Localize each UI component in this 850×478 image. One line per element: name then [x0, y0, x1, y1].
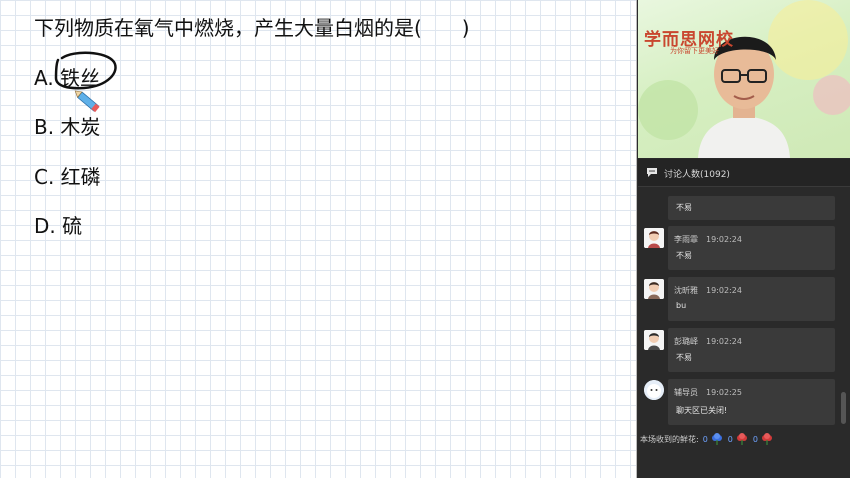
message-time: 19:02:24: [706, 337, 742, 346]
chat-header: 讨论人数(1092): [638, 159, 850, 187]
chat-message-text: 不易: [676, 203, 692, 212]
chat-message: 彭璐峄 19:02:24 不易: [668, 328, 835, 372]
chat-message: 李雨霏 19:02:24 不易: [668, 226, 835, 270]
assistant-avatar: [644, 380, 664, 400]
chat-message-text: 不易: [676, 353, 692, 362]
chat-message-header: 彭璐峄 19:02:24: [674, 336, 742, 347]
flower-count: 0: [727, 434, 733, 444]
option-d: D. 硫: [34, 214, 83, 238]
pen-cursor-icon: [74, 90, 100, 113]
flower-count: 0: [702, 434, 708, 444]
red-flower-icon: [736, 433, 747, 445]
brand-logo-subtitle: 为你留下更美好: [670, 47, 719, 55]
flower-counter: 本场收到的鲜花: 0 0 0: [640, 432, 774, 446]
chat-scrollbar[interactable]: [841, 392, 846, 424]
flower-count: 0: [752, 434, 758, 444]
blue-flower-icon: [711, 433, 722, 445]
teacher-video: 学而思网校 为你留下更美好: [638, 0, 850, 158]
message-time: 19:02:24: [706, 235, 742, 244]
user-avatar: [644, 228, 664, 248]
side-panel: 学而思网校 为你留下更美好 讨论人数(1092) 不易 李雨霏 19:02:24 …: [638, 0, 850, 478]
chat-message: 不易: [668, 196, 835, 220]
chat-participant-count: 讨论人数(1092): [664, 170, 730, 180]
user-avatar: [644, 330, 664, 350]
sender-name: 李雨霏: [674, 235, 698, 244]
user-avatar: [644, 279, 664, 299]
sender-name: 辅导员: [674, 388, 698, 397]
message-time: 19:02:25: [706, 388, 742, 397]
chat-message: 辅导员 19:02:25 聊天区已关闭!: [668, 379, 835, 425]
chat-message-header: 李雨霏 19:02:24: [674, 234, 742, 245]
video-background: [638, 0, 850, 158]
chat-message-header: 辅导员 19:02:25: [674, 387, 742, 398]
whiteboard: 下列物质在氧气中燃烧，产生大量白烟的是( ) A. 铁丝 B. 木炭 C. 红磷…: [0, 0, 637, 478]
message-time: 19:02:24: [706, 286, 742, 295]
chat-message-text: 不易: [676, 251, 692, 260]
chat-message-text: bu: [676, 301, 687, 310]
red-flower-icon: [761, 433, 772, 445]
flower-label: 本场收到的鲜花:: [640, 434, 699, 444]
chat-message-header: 沈昕雅 19:02:24: [674, 285, 742, 296]
chat-message-list[interactable]: 不易 李雨霏 19:02:24 不易 沈昕雅 19:02:24 bu 彭璐峄 1…: [638, 188, 850, 428]
question-text: 下列物质在氧气中燃烧，产生大量白烟的是( ): [34, 16, 470, 40]
handwritten-circle-annotation: [54, 51, 117, 113]
chat-message-text: 聊天区已关闭!: [676, 406, 728, 415]
chat-message: 沈昕雅 19:02:24 bu: [668, 277, 835, 321]
chat-bubble-icon: [647, 168, 657, 177]
sender-name: 彭璐峄: [674, 337, 698, 346]
sender-name: 沈昕雅: [674, 286, 698, 295]
option-c: C. 红磷: [34, 165, 101, 189]
